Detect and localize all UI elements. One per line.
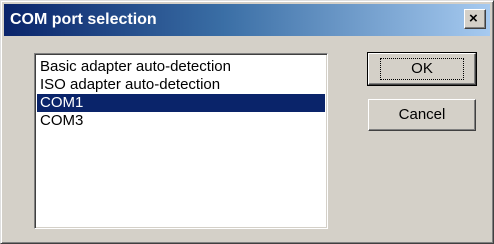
cancel-button-label: Cancel	[398, 106, 446, 123]
ok-button[interactable]: OK	[367, 52, 477, 86]
list-item-iso-auto[interactable]: ISO adapter auto-detection	[37, 76, 325, 94]
com-port-list[interactable]: Basic adapter auto-detection ISO adapter…	[34, 53, 328, 229]
com-port-dialog: COM port selection × Basic adapter auto-…	[0, 0, 494, 244]
ok-button-label: OK	[380, 58, 464, 80]
close-icon: ×	[469, 10, 478, 27]
close-button[interactable]: ×	[464, 9, 486, 29]
cancel-button[interactable]: Cancel	[368, 99, 476, 131]
list-item-com1[interactable]: COM1	[37, 94, 325, 112]
list-item-basic-auto[interactable]: Basic adapter auto-detection	[37, 58, 325, 76]
title-bar[interactable]: COM port selection ×	[4, 4, 490, 36]
dialog-title: COM port selection	[10, 11, 157, 28]
list-item-com3[interactable]: COM3	[37, 112, 325, 130]
